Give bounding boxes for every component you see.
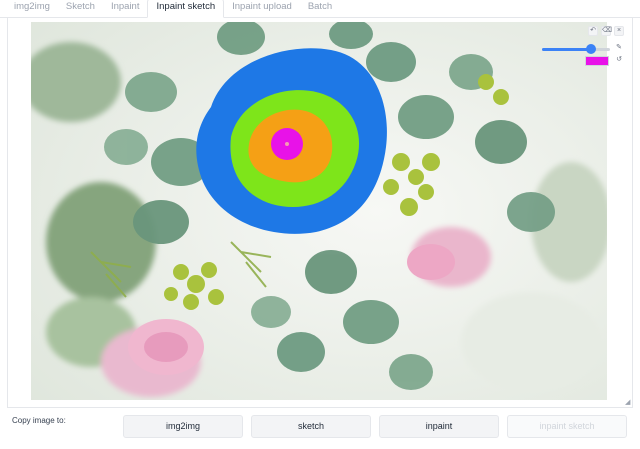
clear-icon[interactable]: ⌫	[601, 26, 612, 36]
copy-to-inpaint-button[interactable]: inpaint	[379, 415, 499, 438]
tab-img2img[interactable]: img2img	[6, 1, 58, 17]
copy-to-img2img-button[interactable]: img2img	[123, 415, 243, 438]
tab-inpaint[interactable]: Inpaint	[103, 1, 148, 17]
resize-grip-icon[interactable]: ◢	[625, 399, 631, 406]
tab-batch[interactable]: Batch	[300, 1, 340, 17]
brush-size-slider[interactable]	[542, 44, 610, 54]
copy-to-sketch-button[interactable]: sketch	[251, 415, 371, 438]
sketch-canvas[interactable]	[31, 22, 607, 400]
tab-inpaint-sketch[interactable]: Inpaint sketch	[147, 0, 225, 18]
copy-to-inpaint-sketch-button[interactable]: inpaint sketch	[507, 415, 627, 438]
color-reset-icon[interactable]: ↺	[614, 56, 624, 66]
undo-icon[interactable]: ↶	[588, 26, 598, 36]
tab-sketch[interactable]: Sketch	[58, 1, 103, 17]
close-icon[interactable]: ×	[614, 26, 624, 36]
copy-image-label: Copy image to:	[12, 416, 66, 425]
brush-icon[interactable]: ✎	[614, 44, 624, 54]
tab-inpaint-upload[interactable]: Inpaint upload	[224, 1, 300, 17]
brush-color-swatch[interactable]	[585, 56, 609, 66]
slider-fill	[542, 48, 591, 51]
tab-bar: img2img Sketch Inpaint Inpaint sketch In…	[0, 0, 640, 18]
flower-bouquet-photo	[31, 22, 607, 400]
slider-thumb[interactable]	[585, 44, 596, 54]
